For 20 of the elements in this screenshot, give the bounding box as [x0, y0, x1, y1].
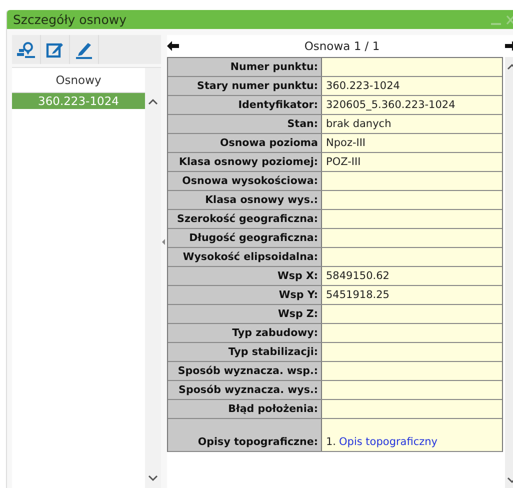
edit-icon	[46, 40, 64, 58]
field-value: brak danych	[322, 115, 502, 133]
collapse-arrow-icon[interactable]	[162, 238, 166, 244]
field-value: 5451918.25	[322, 286, 502, 304]
person-pin-icon	[16, 40, 36, 58]
record-counter: Osnowa 1 / 1	[304, 39, 380, 53]
scroll-down-icon[interactable]	[148, 474, 158, 482]
list-number: 1.	[326, 435, 336, 449]
pen-icon	[75, 40, 93, 58]
next-arrow-icon[interactable]	[504, 41, 513, 51]
previous-arrow-icon[interactable]	[167, 41, 179, 51]
window-title: Szczegóły osnowy	[13, 12, 128, 27]
scroll-up-icon[interactable]	[148, 98, 158, 106]
field-value: 360.223-1024	[322, 77, 502, 95]
scrollbar[interactable]	[145, 68, 161, 488]
field-value: 5849150.62	[322, 267, 502, 285]
field-value: POZ-III	[322, 153, 502, 171]
topographic-description-link[interactable]: Opis topograficzny	[339, 435, 438, 449]
field-value: Npoz-III	[322, 134, 502, 152]
field-value: 320605_5.360.223-1024	[322, 96, 502, 114]
